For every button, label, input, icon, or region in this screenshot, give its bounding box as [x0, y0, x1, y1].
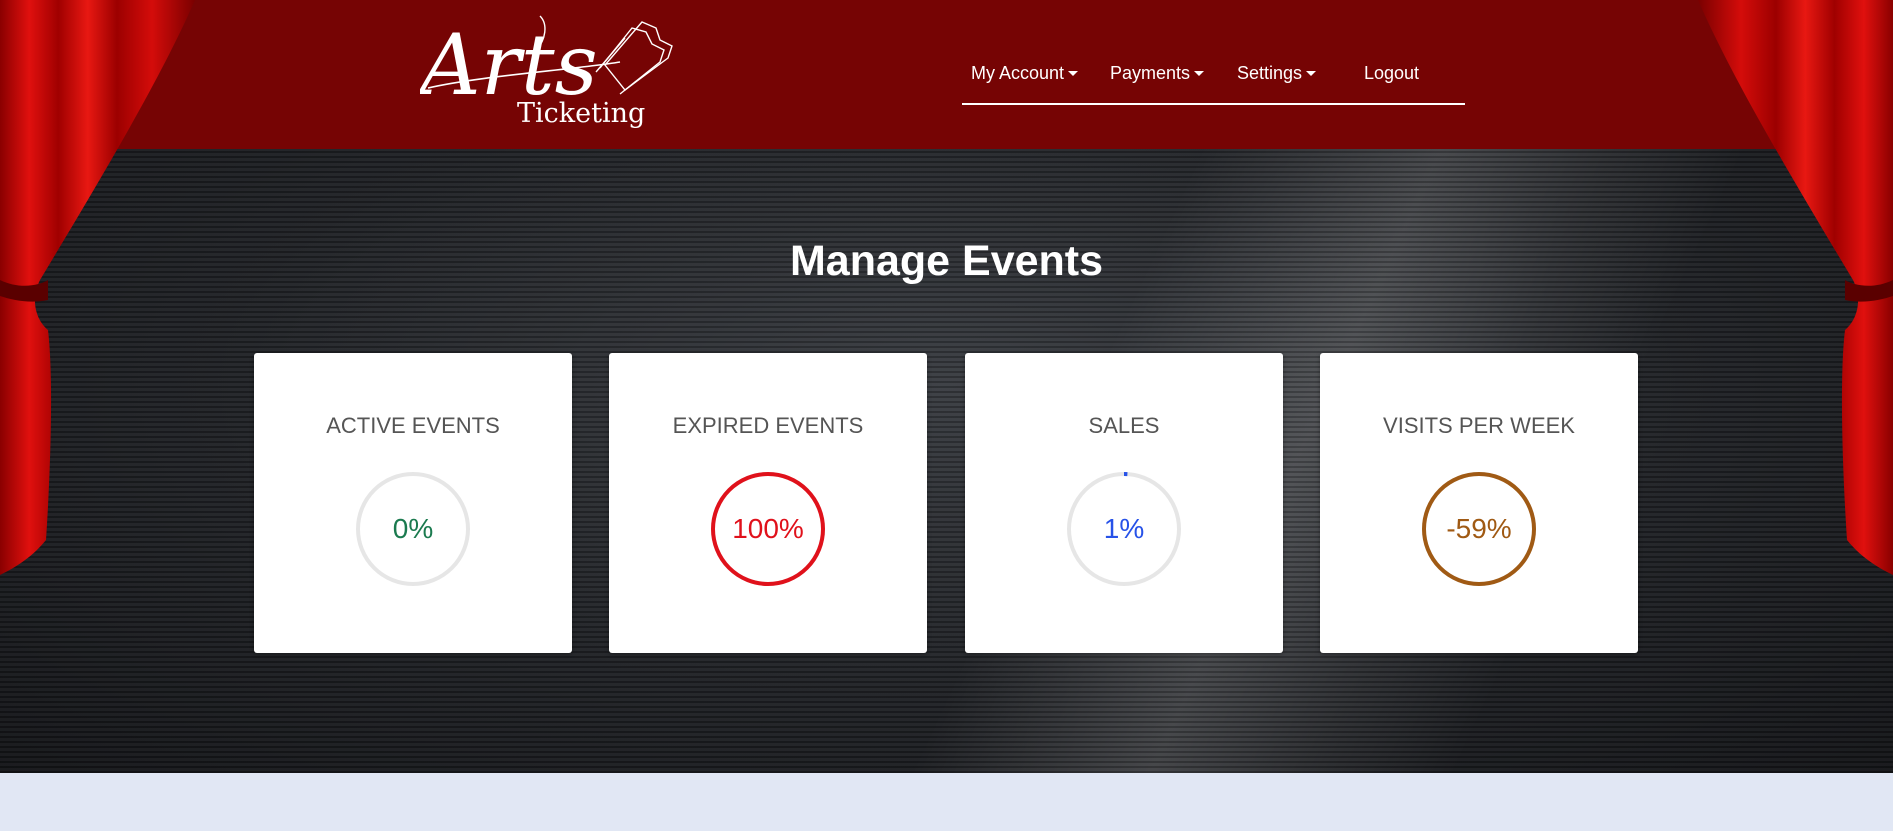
- stat-value: 1%: [1103, 513, 1145, 544]
- caret-down-icon: [1194, 71, 1205, 76]
- stat-value: -59%: [1446, 513, 1512, 544]
- caret-down-icon: [1068, 71, 1079, 76]
- main-nav: My Account Payments Settings Logout: [962, 50, 1465, 105]
- stat-card-title: VISITS PER WEEK: [1383, 413, 1575, 438]
- caret-down-icon: [1306, 71, 1317, 76]
- right-curtain-image: [1693, 0, 1893, 580]
- logo-subtext: Ticketing: [517, 98, 646, 129]
- stat-value: 0%: [392, 513, 434, 544]
- arts-ticketing-logo[interactable]: Arts Ticketing: [420, 10, 700, 135]
- stat-card-expired-events: EXPIRED EVENTS 100%: [609, 353, 927, 653]
- stat-card-title: EXPIRED EVENTS: [672, 413, 864, 438]
- stat-card-title: SALES: [1088, 413, 1160, 438]
- nav-settings-label: Settings: [1237, 62, 1303, 83]
- nav-settings[interactable]: Settings: [1237, 61, 1317, 85]
- nav-payments[interactable]: Payments: [1110, 61, 1205, 85]
- site-header: Arts Ticketing My Account Payments Setti…: [0, 0, 1893, 149]
- progress-ring: -59%: [1419, 469, 1539, 589]
- nav-logout-label: Logout: [1364, 62, 1420, 83]
- progress-ring: 1%: [1064, 469, 1184, 589]
- stat-card-sales: SALES 1%: [965, 353, 1283, 653]
- page-title: Manage Events: [789, 237, 1104, 285]
- stat-card-title: ACTIVE EVENTS: [326, 413, 500, 438]
- nav-my-account-label: My Account: [971, 62, 1065, 83]
- nav-my-account[interactable]: My Account: [971, 61, 1079, 85]
- progress-ring: 100%: [708, 469, 828, 589]
- nav-payments-label: Payments: [1110, 62, 1191, 83]
- stat-card-visits-per-week: VISITS PER WEEK -59%: [1320, 353, 1638, 653]
- stat-value: 100%: [732, 513, 804, 544]
- progress-ring: 0%: [353, 469, 473, 589]
- stat-card-active-events: ACTIVE EVENTS 0%: [254, 353, 572, 653]
- left-curtain-image: [0, 0, 200, 580]
- nav-logout[interactable]: Logout: [1364, 61, 1419, 85]
